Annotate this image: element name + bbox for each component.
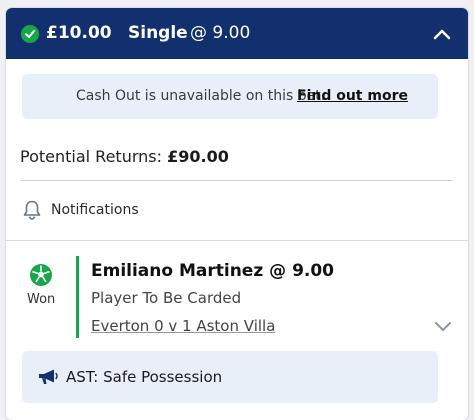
cash-out-message: Cash Out is unavailable on this bet. (76, 88, 326, 104)
notifications-label[interactable]: Notifications (51, 202, 139, 218)
returns-value: £90.00 (167, 147, 229, 166)
bell-icon[interactable] (22, 199, 42, 221)
find-out-more-link[interactable]: Find out more (297, 88, 408, 104)
football-icon (29, 263, 53, 287)
returns-label: Potential Returns: (20, 147, 162, 166)
bet-header[interactable]: £10.00 Single @ 9.00 (6, 8, 468, 59)
divider (6, 240, 468, 241)
check-circle-icon (21, 25, 39, 43)
selection-market: Player To Be Carded (91, 289, 242, 307)
won-indicator-bar (76, 256, 79, 338)
selection-event-link[interactable]: Everton 0 v 1 Aston Villa (91, 317, 275, 335)
bet-type: Single (128, 23, 188, 43)
chevron-down-icon[interactable] (433, 318, 453, 334)
divider (20, 180, 453, 181)
selection-name: Emiliano Martinez @ 9.00 (91, 261, 335, 281)
potential-returns: Potential Returns: £90.00 (20, 147, 229, 166)
commentary-text: AST: Safe Possession (66, 368, 223, 386)
match-commentary: AST: Safe Possession (22, 351, 438, 403)
cash-out-info: Cash Out is unavailable on this bet. Fin… (22, 74, 438, 119)
megaphone-icon (37, 368, 59, 386)
selection-status: Won (27, 292, 56, 307)
bet-stake: £10.00 (46, 23, 112, 43)
chevron-up-icon[interactable] (432, 24, 452, 44)
bet-card: £10.00 Single @ 9.00 Cash Out is unavail… (6, 8, 468, 420)
bet-odds: @ 9.00 (190, 23, 251, 43)
